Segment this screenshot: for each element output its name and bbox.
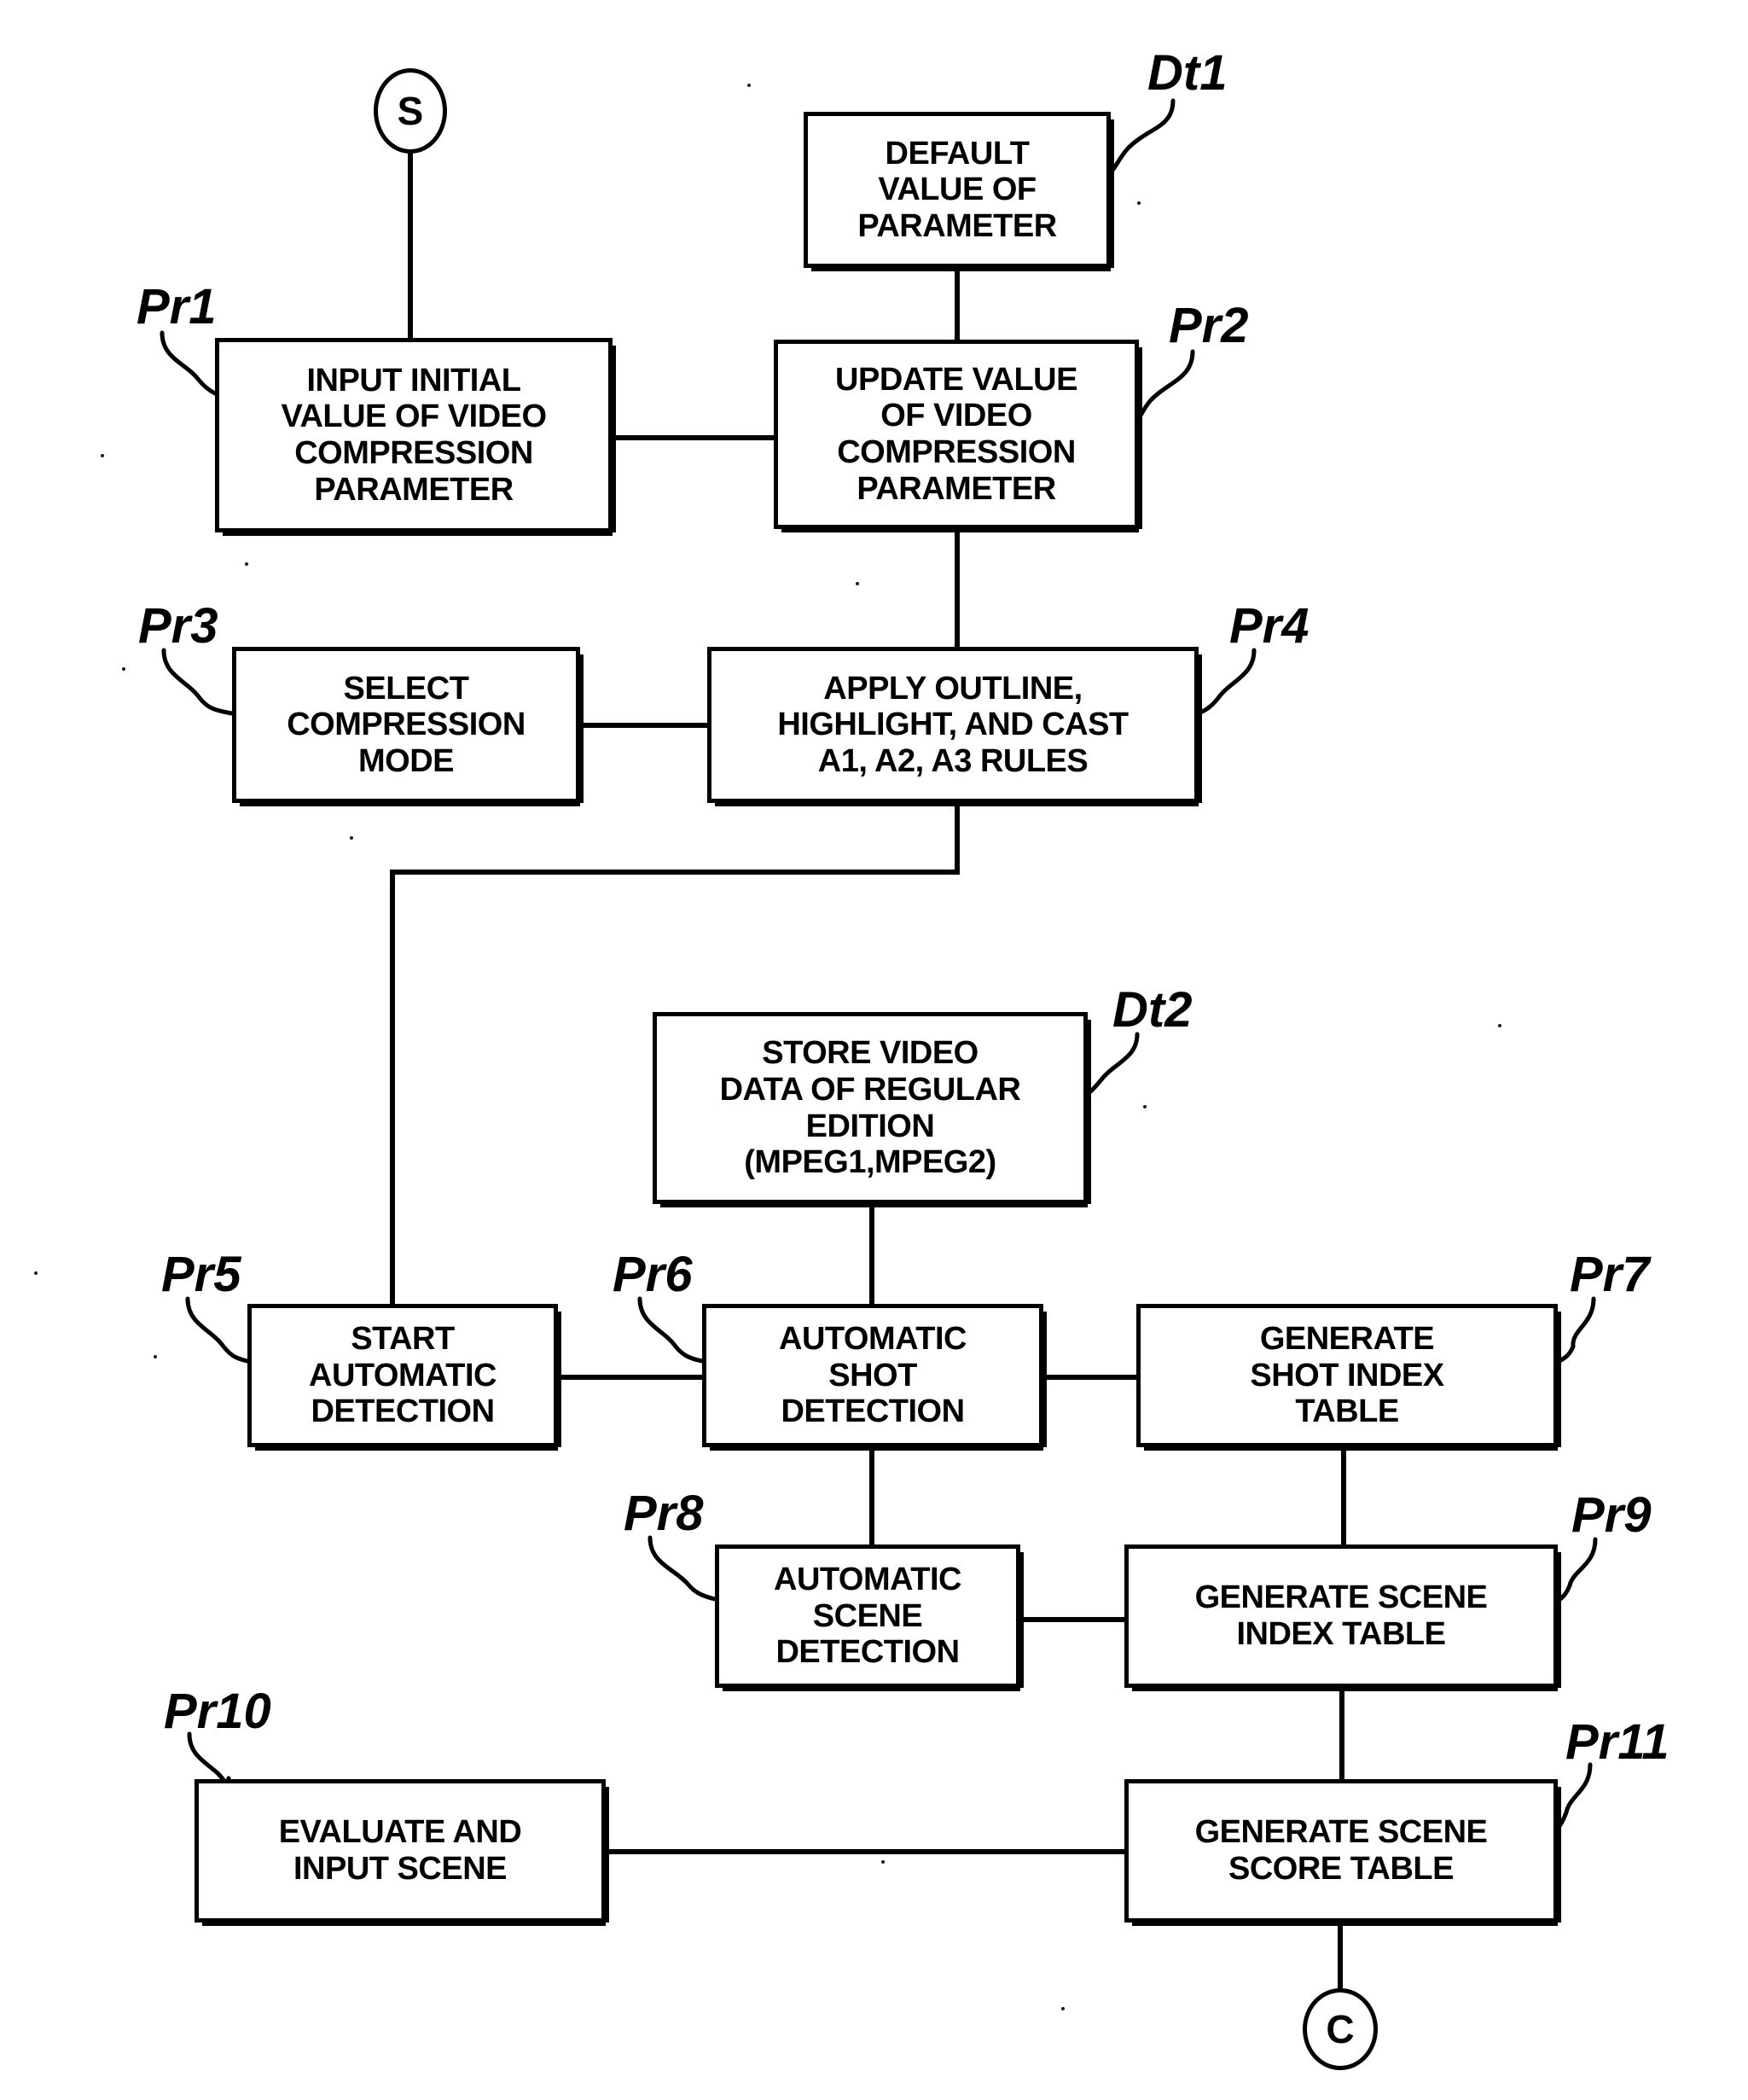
node-pr1-input-initial-value: INPUT INITIAL VALUE OF VIDEO COMPRESSION… (215, 338, 616, 536)
node-label: GENERATE SCENE SCORE TABLE (1194, 1814, 1488, 1887)
leader-dt1 (1108, 98, 1176, 175)
node-label: EVALUATE AND INPUT SCENE (278, 1814, 522, 1887)
ref-tag-pr3: Pr3 (138, 598, 218, 654)
terminal-start-label: S (397, 89, 424, 133)
scan-speck (154, 1355, 157, 1358)
leader-pr7 (1555, 1296, 1596, 1364)
node-label: START AUTOMATIC DETECTION (309, 1321, 497, 1430)
node-label: GENERATE SCENE INDEX TABLE (1194, 1579, 1488, 1652)
node-pr8-automatic-scene-detection: AUTOMATIC SCENE DETECTION (715, 1544, 1024, 1691)
ref-tag-pr4: Pr4 (1229, 598, 1310, 654)
node-label: AUTOMATIC SCENE DETECTION (774, 1562, 961, 1671)
leader-pr11 (1555, 1762, 1593, 1830)
leader-dt2 (1085, 1032, 1140, 1097)
scan-speck (1143, 1105, 1147, 1108)
ref-tag-dt1: Dt1 (1147, 45, 1228, 101)
ref-tag-pr6: Pr6 (613, 1247, 693, 1302)
node-pr5-start-automatic-detection: START AUTOMATIC DETECTION (247, 1304, 561, 1451)
ref-tag-pr9: Pr9 (1571, 1487, 1652, 1543)
node-label: APPLY OUTLINE, HIGHLIGHT, AND CAST A1, A… (777, 670, 1129, 779)
leader-pr8 (648, 1535, 717, 1602)
leader-pr10 (187, 1731, 231, 1785)
scan-speck (245, 562, 248, 566)
node-dt2-store-video-data: STORE VIDEO DATA OF REGULAR EDITION (MPE… (653, 1012, 1091, 1207)
node-label: STORE VIDEO DATA OF REGULAR EDITION (MPE… (719, 1035, 1021, 1181)
ref-tag-pr5: Pr5 (161, 1247, 241, 1302)
leader-pr6 (637, 1296, 705, 1364)
node-label: AUTOMATIC SHOT DETECTION (779, 1321, 967, 1430)
node-pr2-update-value: UPDATE VALUE OF VIDEO COMPRESSION PARAME… (774, 340, 1142, 532)
ref-tag-pr1: Pr1 (136, 279, 217, 334)
ref-tag-pr7: Pr7 (1570, 1247, 1650, 1302)
node-label: INPUT INITIAL VALUE OF VIDEO COMPRESSION… (281, 362, 547, 508)
leader-pr4 (1196, 648, 1257, 716)
scan-speck (34, 1271, 38, 1275)
ref-tag-pr11: Pr11 (1565, 1714, 1670, 1770)
scan-speck (856, 582, 859, 585)
node-pr4-apply-rules: APPLY OUTLINE, HIGHLIGHT, AND CAST A1, A… (707, 647, 1202, 806)
node-label: UPDATE VALUE OF VIDEO COMPRESSION PARAME… (835, 361, 1077, 507)
ref-tag-dt2: Dt2 (1112, 982, 1193, 1038)
terminal-start-s: S (374, 68, 447, 154)
node-label: GENERATE SHOT INDEX TABLE (1250, 1321, 1444, 1430)
leader-pr5 (185, 1296, 250, 1364)
ref-tag-pr10: Pr10 (164, 1684, 271, 1739)
ref-tag-pr8: Pr8 (624, 1486, 704, 1541)
terminal-end-label: C (1326, 2007, 1355, 2051)
scan-speck (881, 1860, 885, 1864)
scan-speck (1137, 201, 1141, 205)
scan-speck (1498, 1024, 1501, 1027)
node-label: SELECT COMPRESSION MODE (287, 670, 526, 779)
node-pr6-automatic-shot-detection: AUTOMATIC SHOT DETECTION (702, 1304, 1047, 1451)
scan-speck (1061, 2007, 1065, 2010)
ref-tag-pr2: Pr2 (1169, 298, 1249, 353)
scan-speck (747, 84, 751, 87)
terminal-end-c: C (1303, 1988, 1378, 2070)
node-pr11-generate-scene-score-table: GENERATE SCENE SCORE TABLE (1124, 1779, 1561, 1926)
node-label: DEFAULT VALUE OF PARAMETER (857, 135, 1057, 244)
patent-flowchart-figure: S C DEFAULT VALUE OF PARAMETER INPUT INI… (0, 0, 1748, 2100)
node-dt1-default-value-of-parameter: DEFAULT VALUE OF PARAMETER (804, 112, 1114, 271)
node-pr10-evaluate-and-input-scene: EVALUATE AND INPUT SCENE (195, 1779, 609, 1926)
leader-pr2 (1136, 349, 1195, 421)
scan-speck (122, 667, 125, 671)
scan-speck (101, 454, 104, 457)
scan-speck (350, 836, 353, 840)
leader-pr3 (161, 648, 235, 716)
leader-pr1 (160, 330, 218, 396)
leader-pr9 (1555, 1537, 1598, 1603)
node-pr3-select-compression-mode: SELECT COMPRESSION MODE (232, 647, 584, 806)
node-pr9-generate-scene-index-table: GENERATE SCENE INDEX TABLE (1124, 1544, 1561, 1691)
node-pr7-generate-shot-index-table: GENERATE SHOT INDEX TABLE (1136, 1304, 1561, 1451)
